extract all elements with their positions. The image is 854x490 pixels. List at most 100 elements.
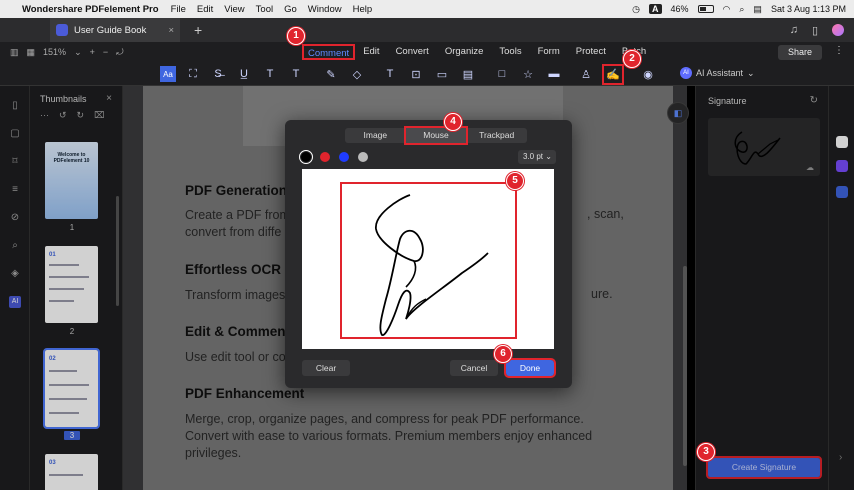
- stroke-thickness-select[interactable]: 3.0 pt ⌄: [518, 150, 556, 164]
- wifi-icon[interactable]: ◠: [723, 4, 731, 15]
- clock-icon[interactable]: ◷: [632, 4, 640, 15]
- more-icon[interactable]: ⋮: [834, 45, 844, 56]
- thumbnail-page-3[interactable]: 02: [43, 348, 100, 429]
- share-button[interactable]: Share: [777, 45, 822, 60]
- bookmark-icon[interactable]: ⌑: [9, 156, 21, 168]
- rotate-right-icon[interactable]: ↻: [77, 110, 85, 121]
- right-rail: ›: [828, 86, 854, 490]
- thumbnail-page-4[interactable]: 03: [45, 454, 98, 490]
- close-tab-icon[interactable]: ×: [168, 25, 174, 36]
- tab-tools[interactable]: Tools: [491, 44, 529, 60]
- document-scrollbar[interactable]: [683, 266, 687, 466]
- refresh-icon[interactable]: ↻: [810, 95, 818, 106]
- search-icon[interactable]: ⌕: [739, 4, 744, 15]
- phone-icon[interactable]: ▯: [812, 24, 818, 37]
- tab-organize[interactable]: Organize: [437, 44, 492, 60]
- layers-icon[interactable]: ≡: [9, 184, 21, 196]
- zoom-in-icon[interactable]: +: [90, 47, 95, 57]
- paragraph-enhancement-2: Convert with ease to various formats. Pr…: [185, 429, 593, 443]
- tab-convert[interactable]: Convert: [388, 44, 437, 60]
- chat-icon[interactable]: [836, 136, 848, 148]
- done-button[interactable]: Done: [504, 358, 556, 378]
- tab-image[interactable]: Image: [345, 128, 406, 143]
- trash-icon[interactable]: ⌧: [94, 110, 104, 121]
- comments-icon[interactable]: ▢: [9, 128, 21, 140]
- attachment-icon[interactable]: ⊘: [9, 212, 21, 224]
- plugin-icon[interactable]: [836, 160, 848, 172]
- thumbnails-panel: Thumbnails × ··· ↺ ↻ ⌧ Welcome to PDFele…: [30, 86, 123, 490]
- tab-form[interactable]: Form: [530, 44, 568, 60]
- new-tab-icon[interactable]: +: [194, 22, 202, 38]
- text-insert-icon[interactable]: T: [262, 66, 278, 82]
- ai-assistant-button[interactable]: AI AI Assistant ⌄: [680, 67, 755, 79]
- zoom-level[interactable]: 151%: [43, 47, 66, 57]
- bell-icon[interactable]: ♫: [790, 24, 798, 36]
- text-replace-icon[interactable]: T: [288, 66, 304, 82]
- thumbnail-heading: 01: [49, 252, 56, 258]
- more-options-icon[interactable]: ···: [40, 110, 49, 121]
- text-highlight-icon[interactable]: Aa: [160, 66, 176, 82]
- clear-button[interactable]: Clear: [302, 360, 350, 376]
- callout-icon[interactable]: ▭: [434, 66, 450, 82]
- menu-file[interactable]: File: [171, 4, 186, 15]
- area-highlight-icon[interactable]: ⛶: [185, 66, 201, 82]
- tab-comment[interactable]: Comment: [302, 44, 356, 60]
- color-black[interactable]: [299, 150, 313, 164]
- tab-edit[interactable]: Edit: [355, 44, 387, 60]
- battery-icon[interactable]: [697, 5, 714, 13]
- sidebar-toggle-icon[interactable]: ◧: [667, 102, 689, 124]
- rotate-left-icon[interactable]: ↺: [59, 110, 67, 121]
- typewriter-icon[interactable]: T: [382, 66, 398, 82]
- saved-signature-card[interactable]: ☁: [708, 118, 820, 176]
- strikethrough-icon[interactable]: S̶: [210, 66, 226, 82]
- thumbnails-icon[interactable]: ▯: [9, 100, 21, 112]
- panel-toggle-icon[interactable]: ▥: [10, 47, 19, 58]
- cancel-button[interactable]: Cancel: [450, 360, 498, 376]
- zoom-out-icon[interactable]: −: [103, 47, 108, 57]
- translate-icon[interactable]: [836, 186, 848, 198]
- zoom-chevron-icon[interactable]: ⌄: [74, 47, 82, 58]
- stamp-shape-icon[interactable]: ☆: [520, 66, 536, 82]
- ai-sidebar-icon[interactable]: AI: [9, 296, 21, 308]
- app-name-menu[interactable]: Wondershare PDFelement Pro: [22, 4, 159, 15]
- heading-edit-comment: Edit & Comment: [185, 324, 291, 339]
- measure-icon[interactable]: ▬: [546, 66, 562, 82]
- menu-tool[interactable]: Tool: [256, 4, 273, 15]
- menu-help[interactable]: Help: [353, 4, 373, 15]
- note-icon[interactable]: ▤: [460, 66, 476, 82]
- document-tab[interactable]: User Guide Book ×: [50, 18, 180, 42]
- datetime[interactable]: Sat 3 Aug 1:13 PM: [771, 4, 846, 14]
- create-signature-button[interactable]: Create Signature: [706, 456, 822, 479]
- layout-icon[interactable]: ▦: [27, 47, 36, 58]
- rotate-icon[interactable]: ⤾: [116, 47, 124, 58]
- menu-go[interactable]: Go: [284, 4, 297, 15]
- close-icon[interactable]: ×: [106, 93, 112, 104]
- color-gray[interactable]: [358, 152, 368, 162]
- pen-icon[interactable]: ✎: [323, 66, 339, 82]
- thumbnail-page-1[interactable]: Welcome to PDFelement 10: [45, 142, 98, 219]
- menu-edit[interactable]: Edit: [197, 4, 213, 15]
- signature-icon[interactable]: ✍: [602, 64, 624, 85]
- tab-protect[interactable]: Protect: [568, 44, 614, 60]
- thumbnail-page-2[interactable]: 01: [45, 246, 98, 323]
- chevron-right-icon[interactable]: ›: [839, 452, 842, 463]
- eraser-icon[interactable]: ◇: [349, 66, 365, 82]
- search-icon[interactable]: ⌕: [9, 240, 21, 252]
- control-center-icon[interactable]: ▤: [753, 4, 762, 15]
- stack-icon[interactable]: ◈: [9, 268, 21, 280]
- menu-window[interactable]: Window: [308, 4, 342, 15]
- shape-icon[interactable]: □: [494, 66, 510, 82]
- underline-icon[interactable]: U̲: [236, 66, 252, 82]
- tab-mouse[interactable]: Mouse: [403, 126, 469, 145]
- signature-canvas[interactable]: [302, 169, 554, 349]
- menu-view[interactable]: View: [224, 4, 244, 15]
- input-source-icon[interactable]: A: [649, 4, 662, 14]
- avatar[interactable]: [832, 24, 844, 36]
- eye-icon[interactable]: ◉: [640, 66, 656, 82]
- color-blue[interactable]: [339, 152, 349, 162]
- tab-trackpad[interactable]: Trackpad: [466, 128, 527, 143]
- color-red[interactable]: [320, 152, 330, 162]
- stamp-icon[interactable]: ♙: [578, 66, 594, 82]
- textbox-icon[interactable]: ⊡: [408, 66, 424, 82]
- thumbnails-scrollbar[interactable]: [116, 196, 119, 306]
